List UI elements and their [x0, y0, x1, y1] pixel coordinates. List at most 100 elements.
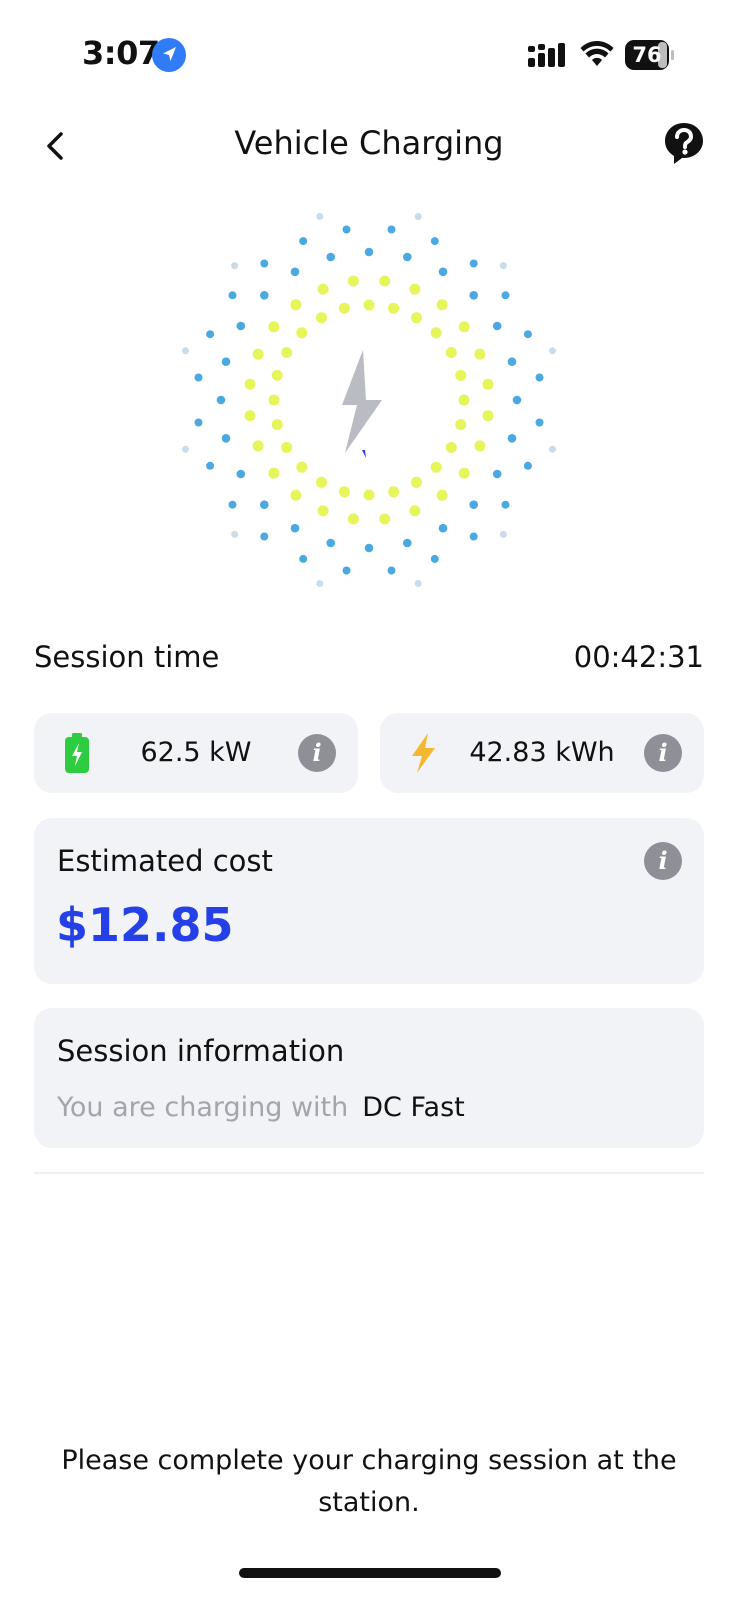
- charging-dot: [458, 394, 470, 406]
- estimated-cost-label: Estimated cost: [57, 844, 273, 878]
- info-icon: i: [658, 738, 668, 767]
- charging-dot: [430, 461, 442, 473]
- charging-dot: [507, 434, 517, 443]
- energy-value: 42.83 kWh: [469, 737, 615, 768]
- battery-charging-icon: [65, 733, 89, 773]
- charging-dot: [194, 418, 203, 427]
- charging-dot: [535, 418, 544, 427]
- charging-dot: [455, 369, 467, 381]
- charging-dot: [411, 476, 422, 488]
- lightning-icon: [412, 733, 435, 773]
- charging-dot: [379, 275, 391, 287]
- charging-dot: [409, 505, 421, 517]
- charging-dot: [458, 321, 470, 333]
- complete-session-message: Please complete your charging session at…: [61, 1445, 677, 1518]
- charging-dot: [482, 378, 494, 390]
- charging-dot: [271, 419, 283, 431]
- charging-dot: [236, 469, 246, 479]
- charging-dot: [260, 291, 269, 300]
- charging-dot: [499, 262, 507, 270]
- charger-type-value: DC Fast: [362, 1092, 465, 1123]
- charging-dot: [182, 347, 189, 355]
- charging-dot: [388, 302, 400, 314]
- charging-dot: [445, 442, 457, 453]
- charging-dot: [445, 347, 457, 358]
- power-info-button[interactable]: i: [298, 734, 336, 772]
- charging-dot: [268, 321, 280, 333]
- charging-dot: [438, 267, 448, 277]
- help-button[interactable]: [660, 120, 708, 172]
- charging-dot: [430, 237, 439, 246]
- charger-type-prefix: You are charging with: [57, 1092, 349, 1123]
- charging-dot: [342, 225, 351, 234]
- charging-dot: [290, 267, 300, 277]
- charging-dot: [474, 440, 486, 452]
- charging-dot: [316, 476, 327, 488]
- charging-dot: [387, 225, 396, 234]
- charging-dot: [469, 291, 479, 300]
- charging-dot: [414, 580, 422, 587]
- cellular-signal-icon: [528, 43, 565, 67]
- home-indicator[interactable]: [239, 1568, 501, 1578]
- charging-dot: [501, 500, 510, 509]
- charging-dot: [458, 467, 470, 479]
- estimated-cost-value: $12.85: [56, 898, 234, 952]
- header: Vehicle Charging: [0, 110, 738, 180]
- charging-dot: [338, 486, 350, 498]
- charging-dot: [363, 489, 375, 501]
- divider: [34, 1172, 704, 1174]
- charging-dot: [430, 327, 442, 339]
- charging-dot: [281, 442, 293, 453]
- power-value: 62.5 kW: [140, 737, 252, 768]
- lightning-bolt-icon: [342, 350, 382, 458]
- charging-dot: [363, 299, 375, 311]
- charging-dot: [281, 347, 293, 358]
- charging-dot: [549, 445, 556, 453]
- charging-dot: [549, 347, 556, 355]
- help-icon: [665, 123, 703, 164]
- charging-dot: [469, 532, 478, 541]
- charging-dot: [326, 252, 335, 262]
- charging-dot: [260, 532, 269, 541]
- charging-dot: [342, 566, 351, 575]
- info-icon: i: [658, 846, 668, 875]
- power-card: 62.5 kW i: [34, 713, 358, 793]
- session-information-title: Session information: [57, 1034, 345, 1068]
- info-icon: i: [312, 738, 322, 767]
- charging-dot: [194, 373, 203, 382]
- charging-dot: [260, 500, 269, 510]
- charger-type-line: You are charging with DC Fast: [57, 1092, 465, 1123]
- energy-info-button[interactable]: i: [644, 734, 682, 772]
- charging-dot: [182, 445, 189, 453]
- charging-dot: [244, 378, 256, 390]
- charging-dot: [252, 440, 264, 452]
- session-time-value: 00:42:31: [573, 640, 704, 674]
- charging-dot: [236, 321, 246, 331]
- cost-info-button[interactable]: i: [644, 842, 682, 880]
- charging-dot: [436, 489, 448, 501]
- charging-dot: [296, 461, 308, 473]
- charging-dot: [347, 513, 359, 525]
- charging-dot: [414, 213, 422, 220]
- charging-dot: [436, 299, 448, 311]
- charging-dot: [216, 395, 226, 405]
- session-information-card: Session information You are charging wit…: [34, 1008, 704, 1148]
- charging-dot: [523, 330, 532, 339]
- status-bar: 3:07 76: [0, 0, 738, 110]
- charging-dot: [347, 275, 359, 287]
- charging-dot: [221, 434, 231, 443]
- charging-dot: [492, 469, 502, 479]
- battery-level: 76: [632, 43, 662, 67]
- session-time-row: Session time 00:42:31: [34, 636, 704, 680]
- charging-dot: [438, 523, 448, 533]
- charging-dot: [271, 369, 283, 381]
- charging-dot: [403, 538, 412, 548]
- vehicle-charging-screen: 3:07 76 Vehicle Charging Session time 00…: [0, 0, 738, 1600]
- charging-dot: [316, 580, 324, 587]
- charging-dot: [316, 312, 327, 324]
- charging-dot: [364, 247, 374, 257]
- charging-dot: [388, 486, 400, 498]
- charging-dot: [296, 327, 308, 339]
- charging-dot: [492, 321, 502, 331]
- status-time: 3:07: [82, 34, 160, 72]
